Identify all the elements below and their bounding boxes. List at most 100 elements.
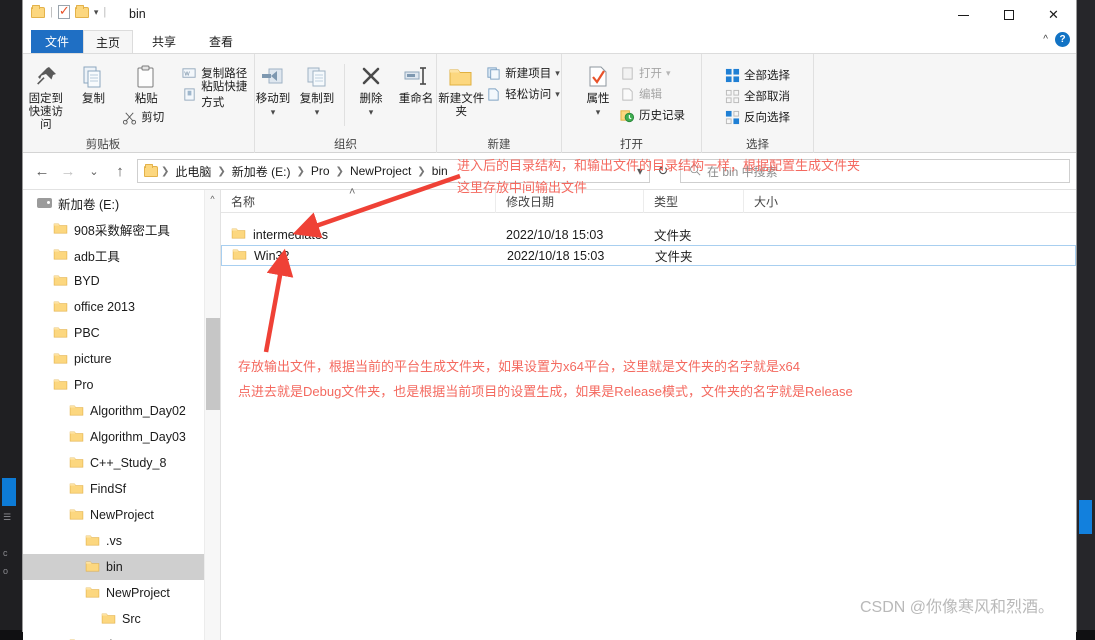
tree-item-newproject[interactable]: NewProject: [23, 502, 220, 528]
pin-label: 固定到快速访问: [28, 93, 64, 131]
close-icon[interactable]: ✕: [1031, 0, 1076, 30]
chevron-down-icon[interactable]: ▾: [555, 68, 560, 79]
invert-selection-icon: [725, 110, 740, 125]
cut-label: 剪切: [141, 112, 165, 124]
scrollbar-thumb[interactable]: [206, 318, 220, 410]
breadcrumb-item-drive-e[interactable]: 新加卷 (E:): [229, 163, 294, 180]
minimize-button[interactable]: [941, 0, 986, 30]
tree-item-byd[interactable]: BYD: [23, 268, 220, 294]
rename-button[interactable]: 重命名: [392, 60, 440, 106]
rename-label: 重命名: [398, 93, 434, 105]
divider: [344, 64, 345, 126]
invert-selection-button[interactable]: 反向选择: [725, 108, 790, 126]
maximize-button[interactable]: [986, 0, 1031, 30]
tree-item-algorithm-day02[interactable]: Algorithm_Day02: [23, 398, 220, 424]
file-modified-cell: 2022/10/18 15:03: [507, 248, 605, 263]
breadcrumb-item-bin[interactable]: bin: [429, 164, 451, 178]
navigation-pane-scrollbar[interactable]: ^ ∨: [204, 190, 220, 640]
ribbon-group-clipboard: 固定到快速访问 复制 粘贴 剪切 W 复制路径 粘贴快捷方式 剪贴板: [23, 54, 255, 154]
select-none-button[interactable]: 全部取消: [725, 87, 790, 105]
table-row[interactable]: intermediates 2022/10/18 15:03 文件夹: [221, 224, 1076, 245]
breadcrumb-item-pro[interactable]: Pro: [308, 164, 333, 178]
table-row[interactable]: Win32 2022/10/18 15:03 文件夹: [221, 245, 1076, 266]
back-button[interactable]: ←: [29, 158, 55, 184]
copy-button[interactable]: 复制: [71, 60, 117, 106]
new-item-button[interactable]: 新建项目 ▾: [486, 64, 560, 82]
move-to-button[interactable]: 移动到 ▾: [251, 60, 295, 119]
title-bar: | ▾ | bin ✕: [23, 0, 1076, 30]
breadcrumb-item-newproject[interactable]: NewProject: [347, 164, 414, 178]
tree-item-findsf[interactable]: FindSf: [23, 476, 220, 502]
column-header-name[interactable]: 名称 ˄: [221, 186, 496, 213]
delete-button[interactable]: 删除 ▾: [350, 60, 392, 119]
easy-access-button[interactable]: 轻松访问 ▾: [486, 85, 560, 103]
chevron-down-icon[interactable]: ▾: [666, 68, 671, 79]
folder-icon: [101, 612, 116, 627]
ribbon-group-open: 属性 ▾ 打开 ▾ 编辑 历史记录 打开: [562, 54, 702, 154]
folder-icon: [31, 4, 45, 18]
move-to-icon: [260, 60, 286, 90]
select-all-button[interactable]: 全部选择: [725, 66, 790, 84]
chevron-down-icon[interactable]: ▾: [94, 7, 99, 18]
tab-home[interactable]: 主页: [83, 30, 133, 53]
open-button[interactable]: 打开 ▾: [620, 64, 685, 82]
pin-to-quick-access-button[interactable]: 固定到快速访问: [23, 60, 69, 132]
cut-button[interactable]: 剪切: [118, 108, 174, 126]
new-folder-button[interactable]: 新建文件夹: [438, 60, 484, 119]
window-controls[interactable]: ✕: [941, 0, 1076, 30]
tree-item-e[interactable]: 新加卷 (E:): [23, 190, 220, 216]
breadcrumb-item-this-pc[interactable]: 此电脑: [172, 163, 214, 180]
tree-item-src[interactable]: Src: [23, 606, 220, 632]
edit-button[interactable]: 编辑: [620, 85, 685, 103]
help-icon[interactable]: ?: [1055, 32, 1070, 47]
chevron-down-icon[interactable]: ▾: [369, 106, 374, 119]
folder-icon: [53, 222, 68, 237]
chevron-up-icon[interactable]: ^: [1043, 34, 1048, 45]
tab-view[interactable]: 查看: [195, 30, 247, 53]
tree-item-vs[interactable]: .vs: [23, 528, 220, 554]
delete-label: 删除: [359, 93, 383, 105]
tab-file[interactable]: 文件: [31, 30, 83, 53]
properties-icon[interactable]: [57, 3, 70, 19]
annotation-text-a1: 进入后的目录结构，和输出文件的目录结构一样，根据配置生成文件夹: [457, 158, 861, 173]
easy-access-label: 轻松访问: [505, 89, 552, 101]
copy-to-icon: [304, 60, 330, 90]
new-folder-icon[interactable]: [74, 4, 89, 18]
forward-button[interactable]: →: [55, 158, 81, 184]
tree-item-office-2013[interactable]: office 2013: [23, 294, 220, 320]
tree-item-bin[interactable]: bin: [23, 554, 220, 580]
tree-item-pbc[interactable]: PBC: [23, 320, 220, 346]
chevron-down-icon[interactable]: ▾: [555, 89, 560, 100]
chevron-down-icon[interactable]: ▾: [315, 106, 320, 119]
chevron-down-icon[interactable]: ▾: [596, 106, 601, 119]
paste-button[interactable]: 粘贴: [118, 60, 174, 106]
tree-item-pro[interactable]: Pro: [23, 372, 220, 398]
tab-share[interactable]: 共享: [138, 30, 190, 53]
tree-item-c-study-8[interactable]: C++_Study_8: [23, 450, 220, 476]
column-header-size[interactable]: 大小: [744, 190, 844, 213]
drive-icon: [37, 198, 52, 208]
history-button[interactable]: 历史记录: [620, 106, 685, 124]
ribbon-tabs: 文件 主页 共享 查看 ^ ?: [23, 30, 1076, 53]
tree-item-picture[interactable]: picture: [23, 346, 220, 372]
column-header-type[interactable]: 类型: [644, 189, 744, 213]
tree-item-adb[interactable]: adb工具: [23, 242, 220, 268]
tree-item-project1[interactable]: Project1: [23, 632, 220, 640]
up-button[interactable]: ↑: [107, 158, 133, 184]
tree-item-908[interactable]: 908采数解密工具: [23, 216, 220, 242]
properties-button[interactable]: 属性 ▾: [578, 60, 618, 119]
ribbon-group-label-clipboard: 剪贴板: [85, 139, 121, 151]
tree-item-newproject[interactable]: NewProject: [23, 580, 220, 606]
tree-item-algorithm-day03[interactable]: Algorithm_Day03: [23, 424, 220, 450]
chevron-down-icon[interactable]: ▾: [271, 106, 276, 119]
tree-item-label: NewProject: [90, 508, 154, 522]
select-all-icon: [725, 68, 740, 83]
copy-to-button[interactable]: 复制到 ▾: [295, 60, 339, 119]
paste-shortcut-button[interactable]: 粘贴快捷方式: [182, 81, 254, 109]
ribbon-group-label-open: 打开: [620, 139, 643, 151]
scroll-up-icon[interactable]: ^: [205, 190, 220, 207]
quick-access-toolbar[interactable]: | ▾ |: [31, 3, 106, 19]
folder-tree: 新加卷 (E:) 908采数解密工具 adb工具 BYD office 2013 PBC p…: [23, 190, 220, 640]
recent-locations-button[interactable]: ⌄: [81, 158, 107, 184]
easy-access-icon: [486, 87, 501, 102]
